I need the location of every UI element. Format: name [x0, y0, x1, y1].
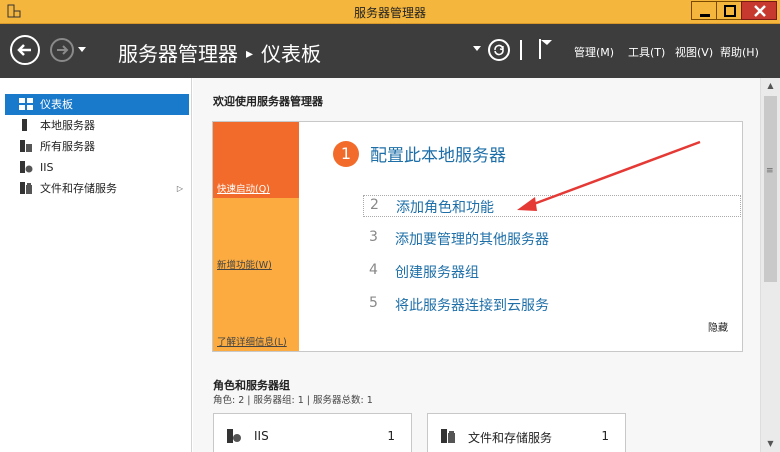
navigation-bar: 服务器管理器 ▸ 仪表板 管理(M) 工具(T) 视图(V) 帮助(H): [0, 24, 780, 78]
sidebar-item-local-server[interactable]: 本地服务器: [5, 115, 189, 136]
breadcrumb: 服务器管理器 ▸ 仪表板: [118, 38, 321, 67]
minimize-icon: [700, 14, 710, 17]
refresh-icon: [494, 44, 504, 56]
menu-tools[interactable]: 工具(T): [628, 44, 665, 60]
title-bar: 服务器管理器: [0, 0, 780, 24]
close-icon: [754, 5, 766, 17]
server-icon: [22, 119, 27, 131]
forward-button[interactable]: [50, 38, 74, 62]
step-label: 将此服务器连接到云服务: [395, 298, 549, 314]
step-number-badge: 1: [333, 141, 359, 167]
notifications-flag-icon[interactable]: [538, 38, 554, 60]
toolbar-divider: [520, 40, 522, 60]
breadcrumb-root[interactable]: 服务器管理器: [118, 42, 238, 66]
roles-section-title: 角色和服务器组: [213, 379, 290, 392]
role-card-name: IIS: [254, 429, 269, 443]
role-card-iis[interactable]: IIS 1: [213, 413, 412, 452]
refresh-button[interactable]: [488, 39, 510, 61]
sidebar-item-dashboard[interactable]: 仪表板: [5, 94, 189, 115]
step-number: 5: [369, 295, 378, 311]
roles-summary: 角色: 2 | 服务器组: 1 | 服务器总数: 1: [213, 395, 373, 406]
step-label: 添加要管理的其他服务器: [395, 232, 549, 248]
scroll-down-icon[interactable]: ▼: [761, 436, 780, 452]
tile-quick-start[interactable]: 快速启动(Q): [213, 122, 299, 198]
sidebar-item-label: IIS: [40, 161, 54, 174]
sidebar: 仪表板 本地服务器 所有服务器 IIS 文件和存储服务 ▷: [0, 78, 192, 452]
iis-icon: [20, 161, 33, 173]
menu-view[interactable]: 视图(V): [675, 44, 713, 60]
step-label: 创建服务器组: [395, 265, 479, 281]
back-button[interactable]: [10, 35, 40, 65]
hide-link[interactable]: 隐藏: [708, 319, 728, 334]
role-card-count: 1: [387, 429, 395, 443]
sidebar-item-label: 本地服务器: [40, 119, 95, 132]
menu-manage[interactable]: 管理(M): [574, 44, 614, 60]
sidebar-item-all-servers[interactable]: 所有服务器: [5, 136, 189, 157]
connect-cloud-services-link[interactable]: 5 将此服务器连接到云服务: [363, 294, 741, 316]
main-content: 欢迎使用服务器管理器 快速启动(Q) 新增功能(W) 了解详细信息(L) 1 配…: [193, 78, 760, 452]
iis-icon: [227, 429, 241, 443]
configure-local-server-link[interactable]: 配置此本地服务器: [370, 141, 506, 166]
welcome-heading: 欢迎使用服务器管理器: [213, 95, 323, 108]
maximize-button[interactable]: [716, 1, 742, 20]
file-storage-icon: [20, 182, 32, 194]
tile-learn-more[interactable]: 了解详细信息(L): [213, 274, 299, 351]
minimize-button[interactable]: [691, 1, 717, 20]
back-arrow-icon: [17, 44, 31, 56]
step-number: 4: [369, 262, 378, 278]
vertical-scrollbar[interactable]: ▲ ≡ ▼: [760, 78, 780, 452]
expand-arrow-icon[interactable]: ▷: [177, 178, 183, 199]
close-button[interactable]: [741, 1, 777, 20]
dropdown-icon[interactable]: [473, 46, 481, 52]
add-roles-features-link[interactable]: 2 添加角色和功能: [363, 195, 741, 217]
tile-label: 快速启动(Q): [217, 184, 270, 195]
scrollbar-thumb[interactable]: [764, 96, 777, 282]
quick-start-panel: 快速启动(Q) 新增功能(W) 了解详细信息(L) 1 配置此本地服务器 2 添…: [212, 121, 743, 352]
sidebar-item-label: 所有服务器: [40, 140, 95, 153]
step-number: 3: [369, 229, 378, 245]
breadcrumb-separator-icon: ▸: [246, 46, 254, 62]
step-number: 2: [370, 197, 379, 213]
dashboard-icon: [19, 98, 33, 110]
file-storage-icon: [441, 429, 455, 443]
create-server-group-link[interactable]: 4 创建服务器组: [363, 261, 741, 283]
sidebar-item-label: 仪表板: [40, 98, 73, 111]
sidebar-item-iis[interactable]: IIS: [5, 157, 189, 178]
scroll-up-icon[interactable]: ▲: [761, 78, 780, 94]
scrollbar-grip-icon: ≡: [766, 166, 774, 176]
tile-whats-new[interactable]: 新增功能(W): [213, 198, 299, 274]
maximize-icon: [724, 5, 736, 17]
role-card-file-storage[interactable]: 文件和存储服务 1: [427, 413, 626, 452]
breadcrumb-current: 仪表板: [261, 42, 322, 66]
tile-label: 新增功能(W): [217, 260, 272, 271]
sidebar-item-file-storage[interactable]: 文件和存储服务 ▷: [5, 178, 189, 199]
history-dropdown-icon[interactable]: [77, 46, 87, 54]
step-label: 添加角色和功能: [396, 200, 494, 216]
menu-help[interactable]: 帮助(H): [720, 44, 759, 60]
tile-label: 了解详细信息(L): [217, 337, 287, 348]
role-card-count: 1: [601, 429, 609, 443]
role-card-name: 文件和存储服务: [468, 431, 553, 445]
window-title: 服务器管理器: [353, 6, 426, 20]
forward-arrow-icon: [57, 45, 69, 55]
servers-icon: [20, 140, 32, 152]
add-other-servers-link[interactable]: 3 添加要管理的其他服务器: [363, 228, 741, 250]
sidebar-item-label: 文件和存储服务: [40, 182, 117, 195]
